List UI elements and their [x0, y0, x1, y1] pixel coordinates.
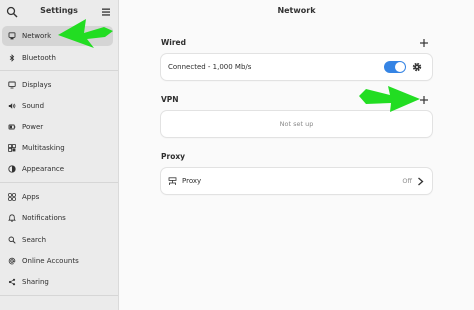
sidebar-item-label: Sound	[22, 102, 45, 110]
wired-section-title: Wired	[161, 38, 186, 47]
proxy-section-title: Proxy	[161, 152, 186, 161]
network-icon	[8, 32, 16, 40]
apps-icon	[8, 193, 16, 201]
sidebar-item-apps[interactable]: Apps	[2, 187, 113, 207]
toggle-knob	[395, 62, 405, 72]
sidebar-divider	[0, 295, 118, 296]
annotation-arrow-right	[359, 86, 420, 112]
sidebar-item-sharing[interactable]: Sharing	[2, 272, 113, 292]
proxy-icon	[168, 177, 177, 185]
sidebar-item-label: Appearance	[22, 165, 65, 173]
sidebar-item-multitasking[interactable]: Multitasking	[2, 138, 113, 158]
wired-toggle-switch[interactable]	[384, 61, 406, 73]
bell-icon	[8, 214, 16, 222]
sound-icon	[8, 103, 16, 109]
proxy-row[interactable]: Proxy Off	[161, 168, 432, 194]
sidebar-item-notifications[interactable]: Notifications	[2, 208, 113, 228]
at-icon	[8, 257, 16, 265]
sidebar-item-label: Power	[22, 123, 44, 131]
sidebar-item-label: Multitasking	[22, 144, 65, 152]
sidebar-item-power[interactable]: Power	[2, 117, 113, 137]
page-title: Network	[277, 6, 316, 15]
vpn-not-set-up-label: Not set up	[279, 120, 314, 128]
sidebar-item-label: Online Accounts	[22, 257, 79, 265]
main-panel: Network Wired Connected - 1,000 Mb/s VPN…	[119, 0, 474, 310]
display-icon	[8, 81, 16, 89]
appearance-icon	[8, 165, 16, 173]
search-icon	[8, 236, 16, 244]
sidebar-item-label: Search	[22, 236, 47, 244]
sidebar-item-sound[interactable]: Sound	[2, 96, 113, 116]
multitasking-icon	[8, 144, 16, 152]
sidebar-item-label: Bluetooth	[22, 54, 56, 62]
sidebar-item-bluetooth[interactable]: Bluetooth	[2, 48, 113, 68]
sidebar-item-label: Apps	[22, 193, 40, 201]
sidebar-item-online-accounts[interactable]: Online Accounts	[2, 251, 113, 271]
bluetooth-icon	[9, 54, 15, 62]
sidebar-item-search[interactable]: Search	[2, 230, 113, 250]
sidebar-item-label: Displays	[22, 81, 52, 89]
chevron-right-icon	[418, 177, 424, 186]
sidebar-item-displays[interactable]: Displays	[2, 75, 113, 95]
vpn-empty-row: Not set up	[161, 111, 432, 137]
wired-connection-row[interactable]: Connected - 1,000 Mb/s	[161, 54, 432, 80]
vpn-section-title: VPN	[161, 95, 179, 104]
wired-connection-label: Connected - 1,000 Mb/s	[168, 63, 252, 71]
sidebar-divider	[0, 70, 118, 71]
proxy-label: Proxy	[182, 177, 202, 185]
sidebar-item-appearance[interactable]: Appearance	[2, 159, 113, 179]
sidebar-item-label: Notifications	[22, 214, 66, 222]
sidebar-item-label: Sharing	[22, 278, 49, 286]
sidebar-divider	[0, 182, 118, 183]
add-wired-plus-icon[interactable]	[418, 37, 430, 49]
power-icon	[8, 124, 16, 130]
gear-icon[interactable]	[412, 62, 422, 72]
sidebar-item-label: Network	[22, 32, 52, 40]
proxy-status-value: Off	[402, 177, 412, 185]
share-icon	[8, 278, 16, 286]
annotation-arrow-left	[58, 19, 113, 48]
